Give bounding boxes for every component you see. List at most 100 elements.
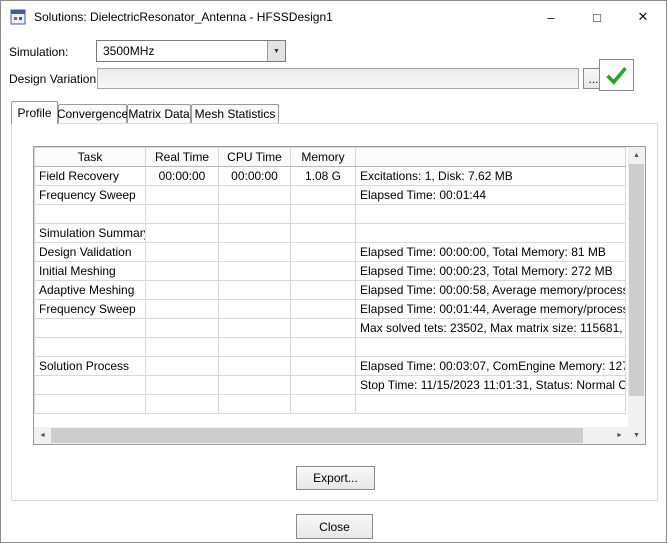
table-cell: Solution Process: [35, 357, 146, 376]
table-cell: [291, 281, 356, 300]
table-cell: Simulation Summary: [35, 224, 146, 243]
window-controls: – □ ✕: [528, 1, 666, 33]
table-cell: [291, 376, 356, 395]
table-cell: [146, 205, 219, 224]
check-icon: [606, 64, 627, 87]
table-cell: [291, 224, 356, 243]
table-cell: [146, 376, 219, 395]
table-cell: [291, 300, 356, 319]
scroll-left-icon[interactable]: ◄: [34, 427, 51, 444]
table-cell: Field Recovery: [35, 167, 146, 186]
tab-convergence[interactable]: Convergence: [58, 104, 127, 123]
tab-label: Profile: [18, 106, 52, 120]
window-icon: [10, 9, 26, 25]
table-cell: [219, 281, 291, 300]
column-header[interactable]: Real Time: [146, 148, 219, 167]
table-row[interactable]: [35, 205, 626, 224]
simulation-label: Simulation:: [9, 45, 68, 59]
table-cell: [291, 205, 356, 224]
table-cell: [219, 224, 291, 243]
table-row[interactable]: Max solved tets: 23502, Max matrix size:…: [35, 319, 626, 338]
table-cell: [35, 395, 146, 414]
table-cell: [219, 395, 291, 414]
table-row[interactable]: Adaptive Meshing Elapsed Time: 00:00:58, …: [35, 281, 626, 300]
table-cell: Elapsed Time: 00:01:44: [356, 186, 626, 205]
table-cell: [291, 357, 356, 376]
apply-check-button[interactable]: [599, 59, 634, 91]
table-cell: [35, 376, 146, 395]
minimize-button[interactable]: –: [528, 1, 574, 33]
table-cell: [356, 338, 626, 357]
table-cell: [291, 262, 356, 281]
tab-label: Convergence: [57, 107, 128, 121]
table-cell: [356, 395, 626, 414]
table-cell: [146, 186, 219, 205]
table-cell: [356, 205, 626, 224]
table-body: Field Recovery00:00:0000:00:001.08 GExci…: [35, 167, 626, 414]
table-cell: Initial Meshing: [35, 262, 146, 281]
table-row[interactable]: Solution Process Elapsed Time: 00:03:07, …: [35, 357, 626, 376]
table-cell: [146, 338, 219, 357]
table-cell: [291, 338, 356, 357]
table-cell: [146, 281, 219, 300]
close-button[interactable]: ✕: [620, 1, 666, 33]
design-variation-field[interactable]: [97, 68, 579, 89]
table-cell: Adaptive Meshing: [35, 281, 146, 300]
table-cell: [291, 395, 356, 414]
simulation-dropdown[interactable]: 3500MHz ▼: [96, 40, 286, 62]
table-cell: Stop Time: 11/15/2023 11:01:31, Status: …: [356, 376, 626, 395]
table-cell: [146, 262, 219, 281]
scroll-up-icon[interactable]: ▲: [628, 147, 645, 164]
column-header[interactable]: [356, 148, 626, 167]
horizontal-scroll-thumb[interactable]: [51, 428, 583, 443]
grid-viewport: TaskReal TimeCPU TimeMemory Field Recove…: [34, 147, 628, 427]
export-button[interactable]: Export...: [296, 466, 375, 490]
scroll-down-icon[interactable]: ▼: [628, 427, 645, 444]
table-cell: [291, 243, 356, 262]
table-cell: [219, 319, 291, 338]
chevron-down-icon[interactable]: ▼: [267, 41, 285, 61]
table-cell: Elapsed Time: 00:00:00, Total Memory: 81…: [356, 243, 626, 262]
table-cell: [146, 357, 219, 376]
table-cell: [219, 243, 291, 262]
table-row[interactable]: Design ValidationElapsed Time: 00:00:00,…: [35, 243, 626, 262]
table-row[interactable]: Simulation Summary: [35, 224, 626, 243]
tab-matrix-data[interactable]: Matrix Data: [127, 104, 191, 123]
tab-mesh-statistics[interactable]: Mesh Statistics: [191, 104, 279, 123]
horizontal-scrollbar[interactable]: ◄ ►: [34, 427, 628, 444]
maximize-button[interactable]: □: [574, 1, 620, 33]
table-cell: [146, 395, 219, 414]
design-variation-label: Design Variation:: [9, 72, 100, 86]
column-header[interactable]: CPU Time: [219, 148, 291, 167]
table-cell: [219, 205, 291, 224]
table-cell: Elapsed Time: 00:01:44, Average memory/p…: [356, 300, 626, 319]
solutions-dialog: Solutions: DielectricResonator_Antenna -…: [0, 0, 667, 543]
table-cell: Max solved tets: 23502, Max matrix size:…: [356, 319, 626, 338]
table-row[interactable]: Stop Time: 11/15/2023 11:01:31, Status: …: [35, 376, 626, 395]
table-cell: Elapsed Time: 00:03:07, ComEngine Memory…: [356, 357, 626, 376]
vertical-scrollbar[interactable]: ▲ ▼: [628, 147, 645, 444]
table-row[interactable]: Frequency Sweep Elapsed Time: 00:01:44, A…: [35, 300, 626, 319]
vertical-scroll-thumb[interactable]: [629, 164, 644, 396]
tab-profile[interactable]: Profile: [11, 101, 58, 124]
table-cell: Elapsed Time: 00:00:58, Average memory/p…: [356, 281, 626, 300]
table-row[interactable]: Initial MeshingElapsed Time: 00:00:23, T…: [35, 262, 626, 281]
close-dialog-button[interactable]: Close: [296, 514, 373, 539]
table-cell: [291, 319, 356, 338]
table-cell: Frequency Sweep: [35, 300, 146, 319]
titlebar: Solutions: DielectricResonator_Antenna -…: [1, 1, 666, 33]
table-row[interactable]: [35, 338, 626, 357]
table-cell: Excitations: 1, Disk: 7.62 MB: [356, 167, 626, 186]
tab-label: Matrix Data: [128, 107, 189, 121]
scroll-right-icon[interactable]: ►: [611, 427, 628, 444]
column-header[interactable]: Memory: [291, 148, 356, 167]
profile-grid: TaskReal TimeCPU TimeMemory Field Recove…: [33, 146, 646, 445]
table-row[interactable]: Frequency SweepElapsed Time: 00:01:44: [35, 186, 626, 205]
table-cell: [219, 262, 291, 281]
table-cell: 00:00:00: [219, 167, 291, 186]
table-cell: 00:00:00: [146, 167, 219, 186]
column-header[interactable]: Task: [35, 148, 146, 167]
table-row[interactable]: [35, 395, 626, 414]
tab-label: Mesh Statistics: [195, 107, 276, 121]
table-row[interactable]: Field Recovery00:00:0000:00:001.08 GExci…: [35, 167, 626, 186]
